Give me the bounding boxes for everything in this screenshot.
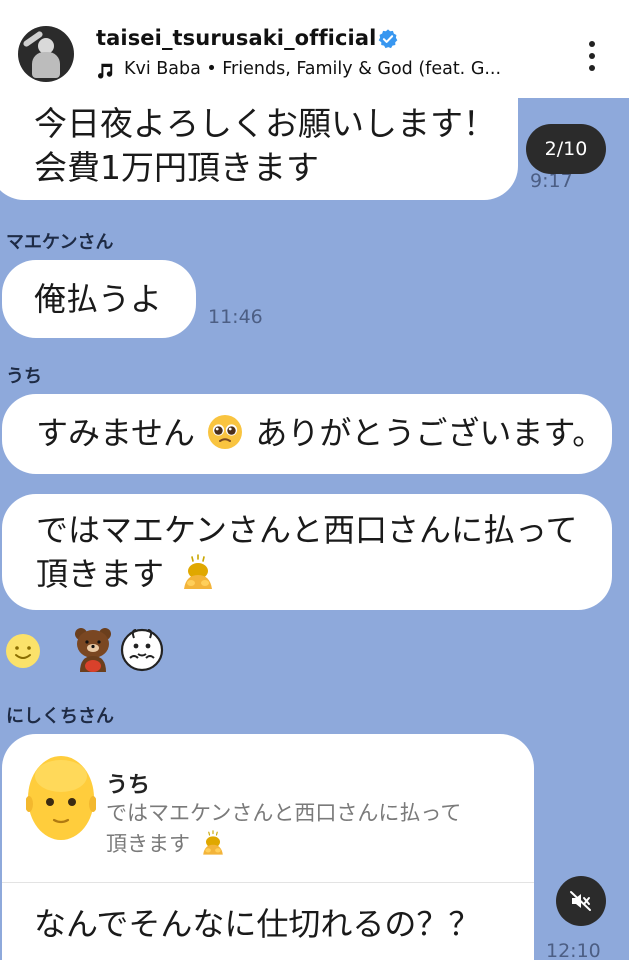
brown-bear-sticker (75, 628, 111, 672)
bowing-person-emoji (202, 830, 223, 855)
username[interactable]: taisei_tsurusaki_official (96, 26, 376, 50)
message-bubble: ではマエケンさんと西口さんに払って 頂きます (2, 494, 612, 610)
message-text: ありがとうございます。 (255, 414, 605, 452)
message-line: 会費1万円頂きます (34, 148, 319, 187)
message-time: 11:46 (208, 306, 263, 328)
sender-name: マエケンさん (6, 232, 114, 253)
message-bubble: すみません ありがとうございます。 (2, 394, 612, 474)
profile-avatar[interactable] (18, 26, 74, 82)
reply-message-bubble: うち ではマエケンさんと西口さんに払って 頂きます なんでそんなに仕切れるの？？ (2, 734, 534, 960)
reply-avatar (26, 756, 96, 840)
message-text: 俺払うよ (34, 280, 163, 318)
reply-quote-line: ではマエケンさんと西口さんに払って (106, 801, 462, 825)
message-time: 12:10 (546, 940, 601, 960)
story-header: taisei_tsurusaki_official Kvi Baba • Fri… (0, 0, 629, 98)
reply-quote-line: 頂きます (106, 832, 190, 856)
smile-sticker (6, 634, 40, 668)
story-screen: taisei_tsurusaki_official Kvi Baba • Fri… (0, 0, 629, 960)
sender-name: うち (6, 366, 42, 387)
message-text: すみません (36, 414, 196, 452)
message-line: ではマエケンさんと西口さんに払って (36, 511, 578, 549)
reply-quote: ではマエケンさんと西口さんに払って 頂きます (106, 798, 526, 860)
rabbit-sticker (120, 628, 164, 672)
bowing-person-emoji (184, 554, 213, 589)
divider (2, 882, 534, 883)
more-vertical-icon (589, 41, 595, 47)
sender-name: にしくちさん (6, 706, 114, 727)
message-bubble: 俺払うよ (2, 260, 196, 338)
message-line: 今日夜よろしくお願いします！ (34, 104, 496, 143)
mute-button[interactable] (556, 876, 606, 926)
verified-badge-icon (378, 29, 398, 49)
chat-screenshot: 今日夜よろしくお願いします！ 会費1万円頂きます 9:17 2/10 マエケンさ… (0, 98, 629, 960)
song-label[interactable]: Kvi Baba • Friends, Family & God (feat. … (124, 59, 501, 79)
music-note-icon (97, 63, 113, 79)
pleading-face-emoji (208, 415, 243, 449)
message-text: なんでそんなに仕切れるの？？ (34, 905, 481, 943)
speaker-muted-icon (570, 891, 591, 911)
more-options-button[interactable] (578, 38, 606, 74)
message-bubble: 今日夜よろしくお願いします！ 会費1万円頂きます (0, 98, 518, 200)
story-counter: 2/10 (526, 124, 606, 174)
message-line: 頂きます (36, 555, 165, 593)
